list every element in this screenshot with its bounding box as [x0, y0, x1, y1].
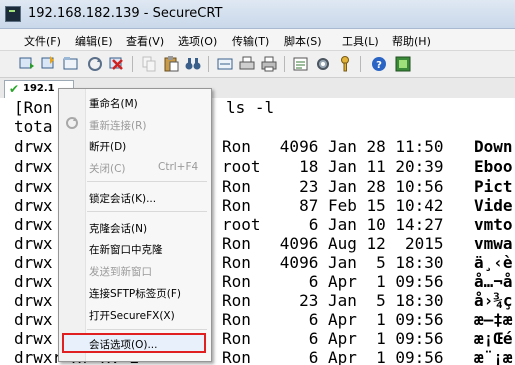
menu-options[interactable]: 选项(O): [178, 33, 217, 49]
menu-help[interactable]: 帮助(H): [392, 33, 431, 49]
menu-script[interactable]: 脚本(S): [284, 33, 322, 49]
terminal-line: drwx root 6 Jan 10 14:27 vmto: [14, 215, 513, 234]
menu-separator: [87, 329, 207, 330]
window-title: 192.168.182.139 - SecureCRT: [28, 6, 223, 21]
terminal-line: drwx Ron 23 Jan 5 18:30 å›¾ç: [14, 291, 513, 310]
print-icon[interactable]: [260, 55, 278, 73]
securecrt-app-icon[interactable]: [5, 6, 21, 22]
session-tab-label: 192.1: [23, 83, 55, 94]
menu-item-connect-sftp-tab[interactable]: 连接SFTP标签页(F): [89, 286, 181, 301]
terminal-line: drwx Ron 23 Jan 28 10:56 Pict: [14, 177, 513, 196]
menu-edit[interactable]: 编辑(E): [75, 33, 113, 49]
reconnect-icon[interactable]: [86, 55, 104, 73]
close-shortcut: Ctrl+F4: [158, 161, 199, 173]
title-bar: 192.168.182.139 - SecureCRT: [0, 0, 515, 29]
terminal-line: drwx Ron 6 Apr 1 09:56 æ–‡æ: [14, 310, 513, 329]
menu-item-reconnect[interactable]: 重新连接(R): [89, 118, 147, 133]
print-screen-icon[interactable]: [238, 55, 256, 73]
menu-item-send-to-new-window[interactable]: 发送到新窗口: [89, 264, 152, 279]
menu-item-session-options[interactable]: 会话选项(O)...: [89, 337, 157, 352]
terminal-line: drwx Ron 6 Apr 1 09:56 å…¬å: [14, 272, 513, 291]
connect-in-tab-icon[interactable]: [62, 55, 80, 73]
terminal-line: [Ron ls -l: [14, 98, 275, 117]
connect-icon[interactable]: [18, 55, 36, 73]
sftp-icon[interactable]: [216, 55, 234, 73]
paste-icon[interactable]: [162, 55, 180, 73]
securefx-icon[interactable]: [394, 55, 412, 73]
connected-check-icon: ✔: [9, 82, 20, 96]
reconnect-icon: [66, 117, 78, 129]
svg-text:?: ?: [376, 60, 382, 71]
terminal-line: drwx Ron 4096 Jan 5 18:30 ä¸‹è: [14, 253, 513, 272]
menu-separator: [87, 181, 207, 182]
menu-item-clone-new-window[interactable]: 在新窗口中克隆: [89, 242, 163, 257]
global-options-icon[interactable]: [314, 55, 332, 73]
menu-transfer[interactable]: 传输(T): [232, 33, 269, 49]
tab-context-menu: 重命名(M) 重新连接(R) 断开(D) 关闭(C) Ctrl+F4 锁定会话(K…: [58, 88, 212, 362]
terminal-line: drwx Ron 4096 Jan 28 11:50 Down: [14, 137, 513, 156]
terminal-line: tota: [14, 117, 53, 136]
menu-item-open-securefx[interactable]: 打开SecureFX(X): [89, 308, 175, 323]
menu-view[interactable]: 查看(V): [126, 33, 164, 49]
session-options-icon[interactable]: [292, 55, 310, 73]
key-icon[interactable]: [336, 55, 354, 73]
menu-file[interactable]: 文件(F): [24, 33, 61, 49]
help-icon[interactable]: ?: [370, 55, 388, 73]
quick-connect-icon[interactable]: [40, 55, 58, 73]
menu-separator: [87, 211, 207, 212]
menu-item-rename[interactable]: 重命名(M): [89, 96, 138, 111]
menu-item-disconnect[interactable]: 断开(D): [89, 139, 126, 154]
terminal-line: drwx Ron 87 Feb 15 10:42 Vide: [14, 196, 513, 215]
terminal-line: drwx Ron 4096 Aug 12 2015 vmwa: [14, 234, 513, 253]
menu-item-lock-session[interactable]: 锁定会话(K)...: [89, 191, 156, 206]
copy-icon[interactable]: [140, 55, 158, 73]
find-icon[interactable]: [184, 55, 202, 73]
terminal-line: drwx root 18 Jan 11 20:39 Eboo: [14, 157, 513, 176]
menu-tools[interactable]: 工具(L): [342, 33, 379, 49]
terminal-line: drwx Ron 6 Apr 1 09:56 æ¡Œé: [14, 329, 513, 348]
menu-item-close[interactable]: 关闭(C) Ctrl+F4: [89, 161, 198, 176]
menu-item-clone-session[interactable]: 克隆会话(N): [89, 221, 147, 236]
menu-bar: 文件(F) 编辑(E) 查看(V) 选项(O) 传输(T) 脚本(S) 工具(L…: [0, 29, 515, 51]
disconnect-icon[interactable]: [108, 55, 126, 73]
toolbar: ?: [0, 51, 515, 78]
